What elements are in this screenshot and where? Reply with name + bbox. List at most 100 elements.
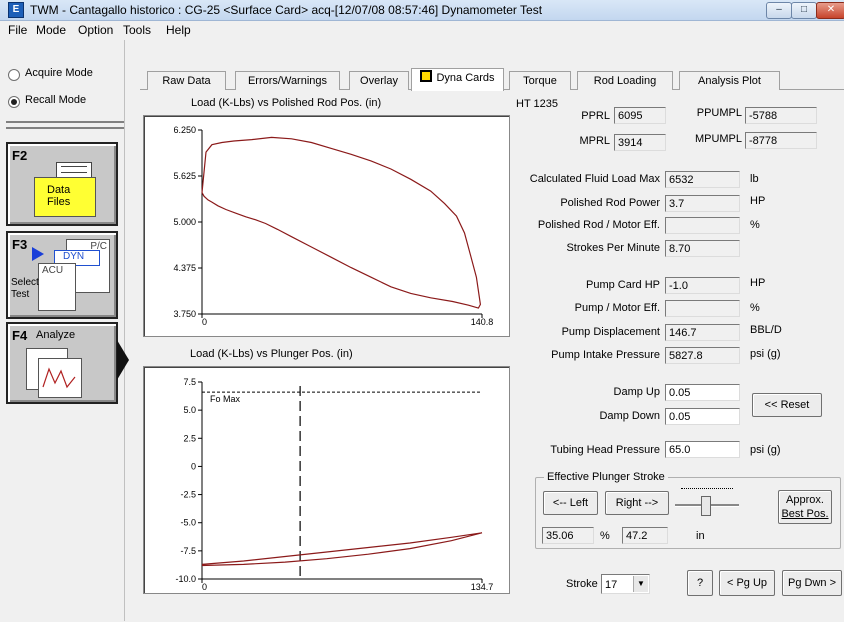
x-tick-label: 140.8 bbox=[471, 317, 494, 327]
page-up-button[interactable]: < Pg Up bbox=[719, 570, 775, 596]
eps-inches-field: 47.2 bbox=[622, 527, 668, 544]
tab-analysis-plot[interactable]: Analysis Plot bbox=[679, 71, 780, 90]
menu-tools[interactable]: Tools bbox=[123, 23, 151, 37]
eps-inches-unit: in bbox=[696, 530, 705, 542]
plot2-title: Load (K-Lbs) vs Plunger Pos. (in) bbox=[190, 348, 353, 360]
card-line bbox=[201, 532, 483, 567]
surface-card-chart: 6.250 5.625 5.000 4.375 3.750 0 140.8 bbox=[173, 125, 494, 327]
f3-key-label: F3 bbox=[12, 237, 28, 252]
f3-select-test-button[interactable]: F3 P/C DYN ACU Select Test bbox=[6, 231, 118, 319]
folder-icon: Data Files bbox=[34, 177, 96, 217]
f4-label: Analyze bbox=[36, 329, 76, 341]
f2-data-files-button[interactable]: F2 Data Files bbox=[6, 142, 118, 226]
thp-label: Tubing Head Pressure bbox=[550, 444, 660, 456]
plot1-title: Load (K-Lbs) vs Polished Rod Pos. (in) bbox=[191, 97, 382, 109]
acquire-mode-radio[interactable] bbox=[8, 69, 20, 81]
acu-label: ACU bbox=[42, 265, 64, 276]
right-button[interactable]: Right --> bbox=[605, 491, 669, 515]
y-tick-label: 5.625 bbox=[173, 171, 196, 181]
tab-dyna-cards-label: Dyna Cards bbox=[436, 72, 495, 84]
damp-up-input[interactable]: 0.05 bbox=[665, 384, 740, 401]
arrow-right-icon bbox=[32, 247, 44, 261]
mprl-label: MPRL bbox=[579, 135, 610, 147]
surface-card-plot[interactable]: 6.250 5.625 5.000 4.375 3.750 0 140.8 bbox=[143, 115, 510, 337]
menu-help[interactable]: Help bbox=[166, 23, 191, 37]
card-line bbox=[201, 136, 482, 309]
damp-down-label: Damp Down bbox=[599, 410, 660, 422]
f4-key-label: F4 bbox=[12, 328, 28, 343]
rod-motor-eff-unit: % bbox=[750, 219, 760, 231]
acquire-mode-label: Acquire Mode bbox=[25, 67, 93, 79]
tab-overlay[interactable]: Overlay bbox=[349, 71, 409, 90]
menu-file[interactable]: File bbox=[8, 23, 27, 37]
f4-analyze-button[interactable]: F4 Analyze bbox=[6, 322, 118, 404]
reset-button[interactable]: << Reset bbox=[752, 393, 822, 417]
page-down-button[interactable]: Pg Dwn > bbox=[782, 570, 842, 596]
pprl-label: PPRL bbox=[581, 110, 610, 122]
pip-field: 5827.8 bbox=[665, 347, 740, 364]
mpumpl-label: MPUMPL bbox=[694, 133, 742, 145]
pump-disp-field: 146.7 bbox=[665, 324, 740, 341]
pump-disp-label: Pump Displacement bbox=[561, 326, 660, 338]
dyn-label: DYN bbox=[63, 251, 85, 262]
thp-unit: psi (g) bbox=[750, 444, 781, 456]
x-tick-label: 0 bbox=[202, 317, 207, 327]
pump-hp-unit: HP bbox=[750, 277, 766, 289]
acu-card-icon: ACU bbox=[38, 263, 76, 311]
ppumpl-field: -5788 bbox=[745, 107, 817, 124]
tab-dyna-cards[interactable]: Dyna Cards bbox=[411, 68, 504, 91]
f3-label-line1: Select bbox=[11, 277, 39, 288]
damp-down-input[interactable]: 0.05 bbox=[665, 408, 740, 425]
divider bbox=[6, 121, 124, 123]
thp-input[interactable]: 65.0 bbox=[665, 441, 740, 458]
y-tick-label: 4.375 bbox=[173, 263, 196, 273]
pump-card-chart: 7.5 5.0 2.5 0 -2.5 -5.0 -7.5 -10.0 0 134.7 Fo Max bbox=[175, 377, 493, 592]
menu-option[interactable]: Option bbox=[78, 23, 113, 37]
minimize-button[interactable]: – bbox=[766, 2, 792, 19]
menu-bar: File Mode Option Tools Help bbox=[0, 21, 844, 39]
tab-errors-warnings[interactable]: Errors/Warnings bbox=[235, 71, 340, 90]
pump-card-plot[interactable]: 7.5 5.0 2.5 0 -2.5 -5.0 -7.5 -10.0 0 134.7 Fo Max bbox=[143, 366, 510, 594]
y-tick-label: 5.0 bbox=[183, 405, 196, 415]
menu-mode[interactable]: Mode bbox=[36, 23, 66, 37]
app-icon: E bbox=[8, 2, 24, 18]
ht-label: HT 1235 bbox=[516, 98, 558, 110]
eps-group-label: Effective Plunger Stroke bbox=[544, 471, 668, 483]
divider bbox=[6, 127, 124, 129]
pump-motor-eff-field bbox=[665, 300, 740, 317]
tab-torque[interactable]: Torque bbox=[509, 71, 571, 90]
tab-raw-data[interactable]: Raw Data bbox=[147, 71, 226, 90]
recall-mode-radio[interactable] bbox=[8, 96, 20, 108]
approx-best-pos-button[interactable]: Approx. Best Pos. bbox=[778, 490, 832, 524]
pump-hp-field: -1.0 bbox=[665, 277, 740, 294]
slider-thumb[interactable] bbox=[701, 496, 711, 516]
spm-field: 8.70 bbox=[665, 240, 740, 257]
stroke-label: Stroke bbox=[566, 578, 598, 590]
rod-power-label: Polished Rod Power bbox=[560, 197, 660, 209]
eps-percent-unit: % bbox=[600, 530, 610, 542]
plunger-position-slider[interactable] bbox=[675, 488, 739, 518]
expand-arrow-icon[interactable] bbox=[117, 340, 129, 380]
pip-label: Pump Intake Pressure bbox=[551, 349, 660, 361]
pump-motor-eff-label: Pump / Motor Eff. bbox=[574, 302, 660, 314]
maximize-button[interactable]: □ bbox=[791, 2, 817, 19]
pprl-field: 6095 bbox=[614, 107, 666, 124]
ppumpl-label: PPUMPL bbox=[696, 107, 742, 119]
f3-label-line2: Test bbox=[11, 289, 30, 300]
tab-rod-loading[interactable]: Rod Loading bbox=[577, 71, 673, 90]
pump-hp-label: Pump Card HP bbox=[586, 279, 660, 291]
y-tick-label: -10.0 bbox=[175, 574, 196, 584]
f2-label-line2: Files bbox=[47, 196, 71, 208]
close-button[interactable]: ✕ bbox=[816, 2, 844, 19]
y-tick-label: 0 bbox=[191, 461, 196, 471]
help-button[interactable]: ? bbox=[687, 570, 713, 596]
recall-mode-label: Recall Mode bbox=[25, 94, 87, 106]
fo-max-label: Fo Max bbox=[210, 394, 241, 404]
x-tick-label: 0 bbox=[202, 582, 207, 592]
y-tick-label: 7.5 bbox=[183, 377, 196, 387]
left-button[interactable]: <-- Left bbox=[543, 491, 598, 515]
damp-up-label: Damp Up bbox=[613, 386, 660, 398]
y-tick-label: -7.5 bbox=[180, 546, 196, 556]
stroke-select[interactable]: 17 ▼ bbox=[601, 574, 650, 594]
chevron-down-icon[interactable]: ▼ bbox=[633, 576, 648, 592]
